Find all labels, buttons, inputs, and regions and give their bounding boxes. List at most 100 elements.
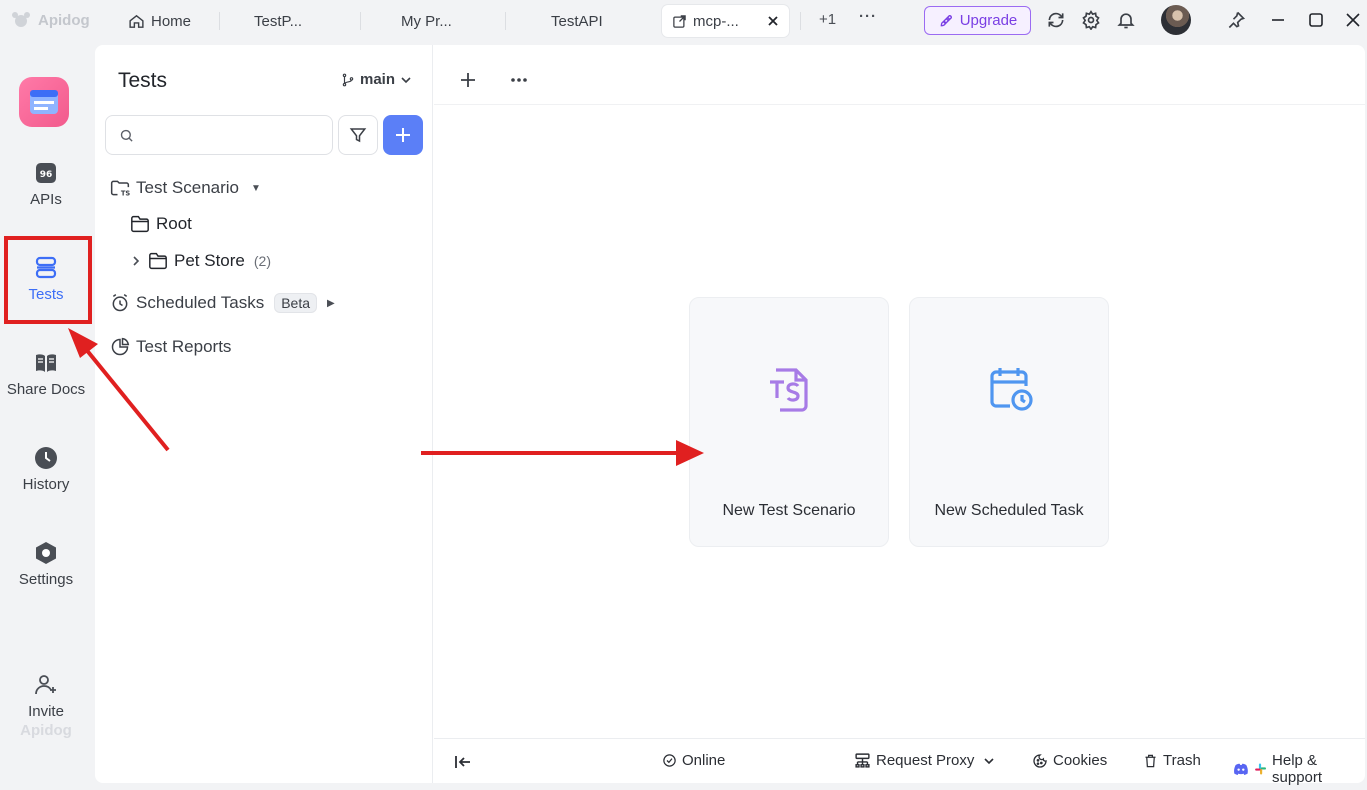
content-toolbar (434, 45, 1365, 105)
nav-share-docs[interactable]: Share Docs (0, 350, 92, 398)
bell-icon[interactable] (1116, 10, 1136, 30)
more-tabs-icon[interactable]: ··· (859, 8, 877, 25)
alarm-clock-icon (112, 294, 128, 312)
branch-selector[interactable]: main (341, 71, 412, 88)
caret-down-icon[interactable]: ▼ (251, 183, 261, 194)
trash-button[interactable]: Trash (1143, 752, 1201, 769)
nav-label: History (22, 476, 70, 493)
tree-test-reports[interactable]: Test Reports (110, 337, 231, 357)
title-bar: Apidog Home TestP... My Pr... TestAPI mc… (0, 0, 1367, 42)
new-test-scenario-card[interactable]: New Test Scenario (689, 297, 889, 547)
page-title: Tests (118, 69, 168, 92)
card-label: New Test Scenario (722, 502, 856, 519)
calendar-clock-icon (986, 364, 1036, 414)
upgrade-button[interactable]: Upgrade (924, 6, 1031, 35)
footer-label: Help & support (1272, 752, 1323, 786)
folder-icon (149, 252, 167, 270)
project-logo[interactable] (19, 77, 69, 127)
svg-text:TS: TS (121, 190, 130, 198)
gear-icon[interactable] (1081, 10, 1101, 30)
tree-root[interactable]: Root (130, 214, 192, 234)
tab-label: Home (151, 12, 192, 30)
tree-label: Scheduled Tasks (136, 293, 265, 312)
project-icon (30, 90, 58, 114)
search-input[interactable] (142, 125, 322, 145)
tree-label: Test Scenario (136, 178, 239, 197)
tab-label: TestP... (254, 12, 303, 30)
nav-history[interactable]: History (0, 445, 92, 493)
tree-scheduled-tasks[interactable]: Scheduled Tasks Beta ▶ (110, 293, 335, 313)
nav-rail: 96 APIs Tests Share Docs History Setting… (0, 42, 92, 790)
nav-apis[interactable]: 96 APIs (0, 160, 92, 208)
tab-divider (219, 12, 220, 30)
nav-label: Share Docs (6, 381, 86, 398)
collapse-left-icon (455, 756, 470, 768)
api-icon: 96 (36, 163, 56, 183)
tab-mcp-active[interactable]: mcp-... (662, 5, 789, 37)
discord-icon (1234, 763, 1248, 775)
tests-sidebar: Tests main TS Test Scenario ▼ Root Pet S… (95, 45, 433, 783)
chevron-right-icon[interactable] (130, 255, 142, 267)
upgrade-label: Upgrade (959, 12, 1018, 29)
tab-testp[interactable]: TestP... (254, 5, 302, 37)
check-circle-icon (663, 754, 676, 767)
status-bar: Online Request Proxy Cookies Trash Help … (434, 738, 1365, 786)
maximize-icon[interactable] (1306, 10, 1326, 30)
collapse-sidebar-button[interactable] (454, 754, 472, 770)
nav-label: APIs (30, 191, 62, 208)
slack-icon (1255, 763, 1266, 775)
tree-label: Test Reports (136, 337, 232, 356)
filter-button[interactable] (338, 115, 378, 155)
clock-icon (35, 447, 57, 469)
ts-folder-icon: TS (110, 180, 130, 198)
add-user-icon (35, 675, 56, 695)
more-icon (511, 78, 527, 82)
more-tabs-count[interactable]: +1 (819, 11, 836, 28)
online-status[interactable]: Online (662, 752, 725, 769)
book-icon (36, 354, 56, 372)
more-options-button[interactable] (509, 70, 529, 90)
window-close-icon[interactable] (1343, 10, 1363, 30)
pin-icon[interactable] (1226, 10, 1246, 30)
home-icon (129, 14, 144, 28)
watermark-text: Apidog (20, 722, 72, 739)
sync-icon[interactable] (1046, 10, 1066, 30)
test-scenario-icon (766, 364, 814, 414)
card-label: New Scheduled Task (934, 502, 1084, 519)
nav-settings[interactable]: Settings (0, 540, 92, 588)
tree-pet-store[interactable]: Pet Store (2) (130, 251, 271, 271)
cookies-button[interactable]: Cookies (1032, 752, 1107, 769)
tree-test-scenario[interactable]: TS Test Scenario ▼ (110, 178, 261, 198)
rocket-icon (940, 14, 952, 26)
tab-divider (360, 12, 361, 30)
avatar[interactable] (1161, 5, 1191, 35)
branch-label: main (360, 71, 396, 88)
tab-testapi[interactable]: TestAPI (551, 5, 603, 37)
tab-mypr[interactable]: My Pr... (401, 5, 452, 37)
close-icon[interactable] (767, 15, 779, 27)
tab-label: TestAPI (551, 12, 603, 30)
nav-label: Invite (28, 703, 64, 720)
chevron-down-icon (984, 757, 994, 764)
help-support-button[interactable]: Help & support (1233, 752, 1365, 786)
svg-text:96: 96 (40, 170, 53, 180)
external-link-icon (673, 14, 686, 28)
add-button[interactable] (383, 115, 423, 155)
footer-label: Trash (1163, 752, 1201, 769)
tab-divider (505, 12, 506, 30)
git-branch-icon (342, 73, 354, 86)
request-proxy-button[interactable]: Request Proxy (854, 752, 995, 769)
tab-label: My Pr... (401, 12, 452, 30)
chevron-down-icon (401, 76, 411, 83)
rail-watermark: Apidog (0, 722, 92, 739)
new-tab-button[interactable] (458, 70, 478, 90)
caret-right-icon[interactable]: ▶ (327, 298, 335, 309)
nav-invite[interactable]: Invite (0, 672, 92, 720)
tab-home[interactable]: Home (128, 5, 191, 37)
cookie-icon (1033, 753, 1047, 768)
tab-divider (800, 12, 801, 30)
new-scheduled-task-card[interactable]: New Scheduled Task (909, 297, 1109, 547)
plus-icon (461, 73, 475, 87)
minimize-icon[interactable] (1268, 10, 1288, 30)
search-box (105, 115, 333, 155)
